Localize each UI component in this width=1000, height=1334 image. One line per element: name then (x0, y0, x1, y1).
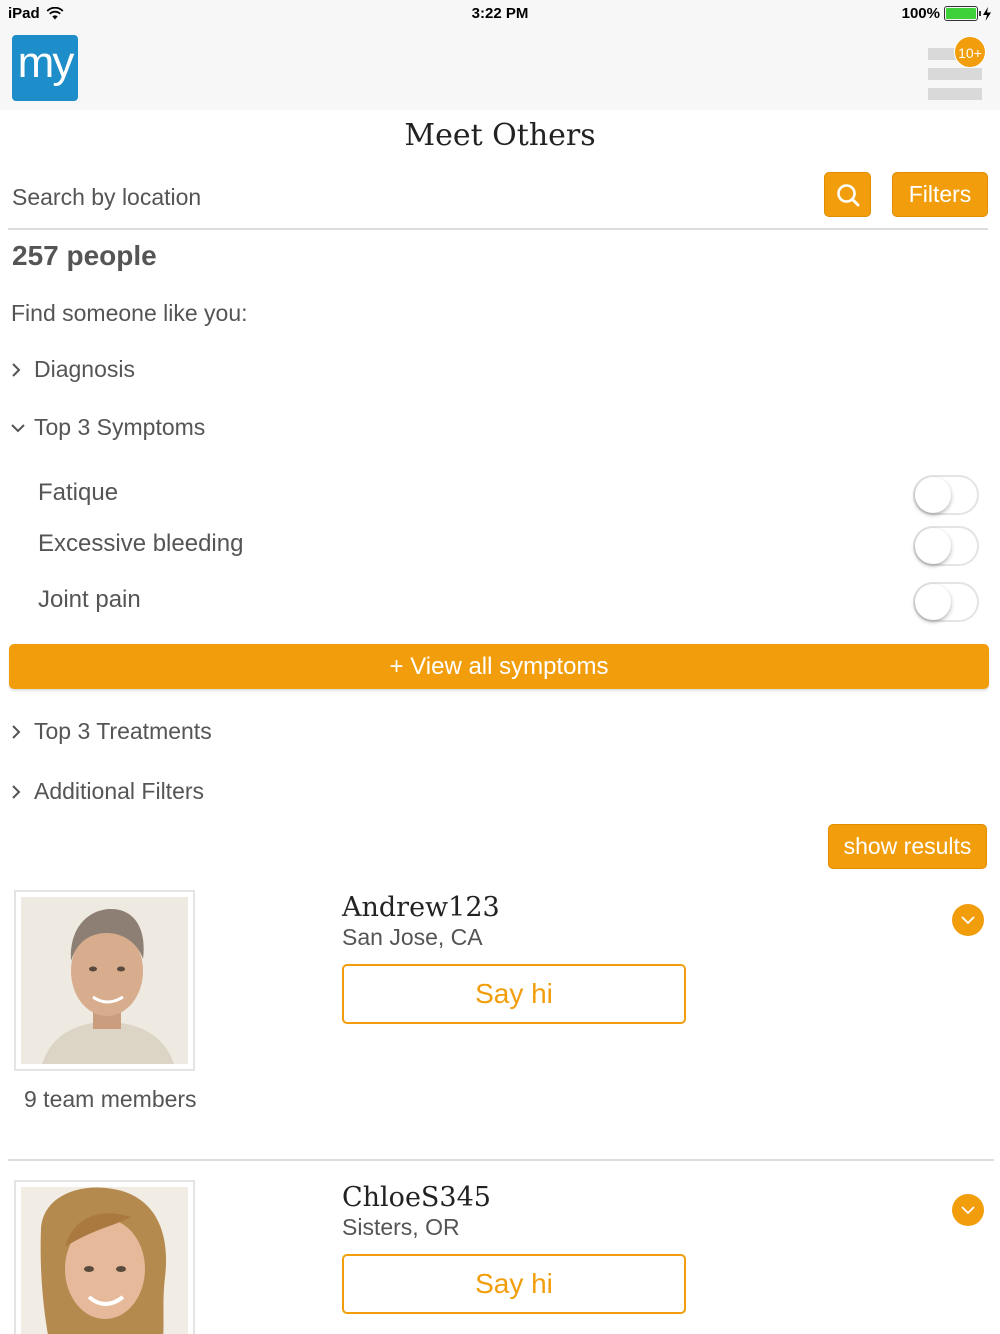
app-logo[interactable]: my (12, 35, 78, 101)
woman-portrait-image (21, 1187, 188, 1334)
toggle-knob (915, 584, 951, 620)
man-portrait-image (21, 897, 188, 1064)
toggle-knob (915, 528, 951, 564)
find-someone-label: Find someone like you: (11, 300, 248, 326)
symptom-row: Fatique (38, 475, 980, 515)
symptom-row: Joint pain (38, 582, 980, 622)
symptom-label: Fatique (38, 479, 119, 506)
team-count: 9 team members (24, 1086, 197, 1112)
status-bar: iPad 3:22 PM 100% (0, 0, 1000, 26)
battery-icon (944, 6, 981, 21)
expand-member-button[interactable] (952, 1194, 984, 1226)
people-count: 257 people (12, 240, 157, 271)
menu-button[interactable]: 10+ (928, 36, 986, 100)
search-button[interactable] (824, 172, 871, 217)
member-name[interactable]: ChloeS345 (342, 1182, 491, 1213)
say-hi-button[interactable]: Say hi (342, 1254, 686, 1314)
accordion-label: Top 3 Treatments (34, 718, 212, 744)
page-title: Meet Others (404, 118, 596, 153)
chevron-right-icon (12, 784, 21, 799)
show-results-button[interactable]: show results (828, 824, 987, 869)
symptom-toggle[interactable] (913, 475, 979, 515)
say-hi-button[interactable]: Say hi (342, 964, 686, 1024)
status-right: 100% (902, 5, 992, 22)
symptom-toggle[interactable] (913, 582, 979, 622)
member-photo[interactable] (14, 890, 195, 1071)
chevron-down-icon (961, 1206, 975, 1215)
accordion-label: Additional Filters (34, 778, 205, 804)
filters-button[interactable]: Filters (892, 172, 988, 217)
chevron-down-icon (961, 916, 975, 925)
member-card: ChloeS345 Sisters, OR Say hi (0, 1180, 1000, 1334)
search-bar: Filters (8, 170, 988, 230)
menu-bar (928, 68, 982, 80)
accordion-label: Top 3 Symptoms (34, 414, 206, 440)
chevron-right-icon (12, 362, 21, 377)
symptom-toggle[interactable] (913, 526, 979, 566)
status-time: 3:22 PM (471, 5, 529, 22)
avatar (21, 897, 188, 1064)
avatar (21, 1187, 188, 1334)
location-search-input[interactable] (12, 184, 712, 211)
accordion-additional-filters[interactable]: Additional Filters (10, 778, 204, 805)
symptom-row: Excessive bleeding (38, 526, 980, 566)
accordion-label: Diagnosis (34, 356, 135, 382)
toggle-knob (915, 477, 951, 513)
member-location: Sisters, OR (342, 1214, 460, 1240)
battery-fill (946, 8, 976, 19)
symptom-label: Excessive bleeding (38, 530, 244, 557)
symptom-label: Joint pain (38, 586, 141, 613)
accordion-symptoms[interactable]: Top 3 Symptoms (10, 414, 205, 441)
notification-badge: 10+ (954, 36, 986, 68)
search-icon (837, 184, 860, 207)
chevron-down-icon (11, 423, 25, 432)
member-name[interactable]: Andrew123 (342, 892, 500, 923)
bolt-icon (983, 6, 991, 21)
member-location: San Jose, CA (342, 924, 483, 950)
member-divider (8, 1159, 994, 1161)
member-card: 9 team members Andrew123 San Jose, CA Sa… (0, 890, 1000, 1130)
expand-member-button[interactable] (952, 904, 984, 936)
battery-percent: 100% (901, 5, 940, 22)
accordion-treatments[interactable]: Top 3 Treatments (10, 718, 212, 745)
app-header: my 10+ (0, 26, 1000, 110)
member-photo[interactable] (14, 1180, 195, 1334)
menu-bar (928, 88, 982, 100)
view-all-symptoms-button[interactable]: + View all symptoms (9, 644, 989, 689)
chevron-right-icon (12, 724, 21, 739)
accordion-diagnosis[interactable]: Diagnosis (10, 356, 135, 383)
